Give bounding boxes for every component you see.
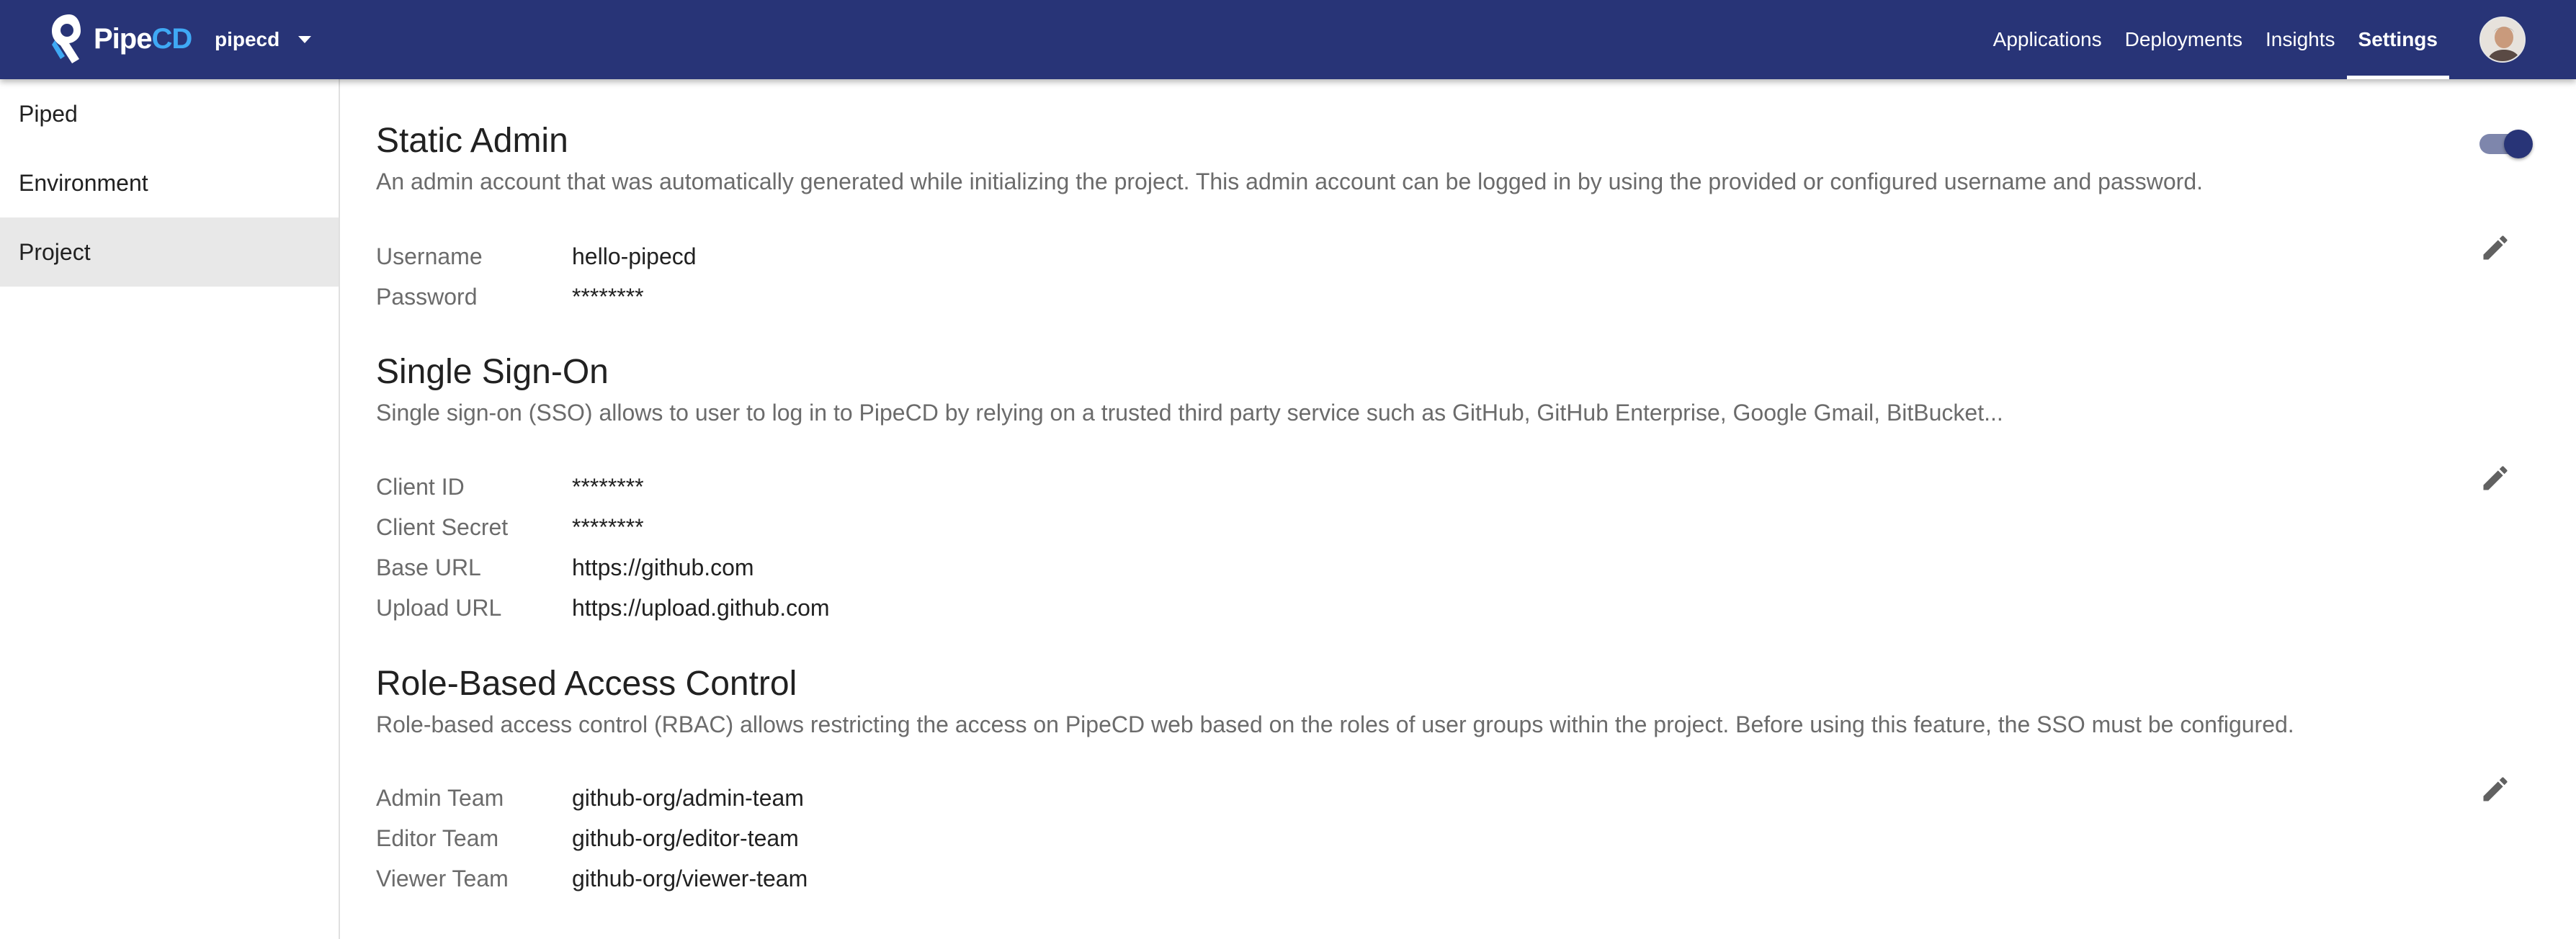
base-url-value: https://github.com [572,554,754,580]
client-secret-label: Client Secret [376,513,509,540]
settings-sidebar: Piped Environment Project [0,79,340,939]
client-secret-value: ******** [572,513,644,540]
field-row: Viewer Team github-org/viewer-team [376,858,808,899]
project-selector[interactable]: pipecd [215,22,312,58]
editor-team-label: Editor Team [376,825,499,851]
field-row: Client ID ******** [376,467,830,507]
app-bar: PipeCD pipecd Applications Deployments I… [0,0,2576,79]
pencil-icon [2483,235,2508,260]
sso-description: Single sign-on (SSO) allows to user to l… [376,400,2003,426]
base-url-label: Base URL [376,554,481,580]
pencil-icon [2483,777,2508,801]
pipecd-logo[interactable]: PipeCD [48,12,192,66]
rbac-fields: Admin Team github-org/admin-team Editor … [376,778,808,899]
field-row: Base URL https://github.com [376,547,830,588]
username-value: hello-pipecd [572,243,697,269]
field-row: Upload URL https://upload.github.com [376,588,830,628]
admin-team-value: github-org/admin-team [572,784,804,811]
field-row: Username hello-pipecd [376,236,697,277]
sidebar-item-piped[interactable]: Piped [0,79,339,148]
sso-edit-button[interactable] [2472,455,2518,501]
upload-url-label: Upload URL [376,594,502,621]
sso-title: Single Sign-On [376,353,609,391]
sidebar-item-environment[interactable]: Environment [0,148,339,217]
pipecd-logo-icon [52,14,81,63]
logo-text-cd: CD [151,22,192,55]
pencil-icon [2483,466,2508,490]
password-value: ******** [572,283,644,310]
client-id-value: ******** [572,473,644,500]
rbac-title: Role-Based Access Control [376,665,797,703]
logo-text: PipeCD [94,23,192,55]
viewer-team-label: Viewer Team [376,865,509,891]
field-row: Client Secret ******** [376,507,830,547]
editor-team-value: github-org/editor-team [572,825,799,851]
static-admin-edit-button[interactable] [2472,225,2518,271]
static-admin-description: An admin account that was automatically … [376,169,2204,194]
nav-settings[interactable]: Settings [2346,0,2450,79]
project-settings-content: Static Admin An admin account that was a… [341,79,2576,939]
static-admin-fields: Username hello-pipecd Password ******** [376,236,697,317]
rbac-edit-button[interactable] [2472,766,2518,812]
nav-deployments[interactable]: Deployments [2114,0,2254,79]
field-row: Admin Team github-org/admin-team [376,778,808,818]
sso-fields: Client ID ******** Client Secret *******… [376,467,830,628]
username-label: Username [376,243,483,269]
static-admin-title: Static Admin [376,122,568,160]
avatar-icon [2481,18,2524,61]
password-label: Password [376,283,478,310]
sidebar-item-project[interactable]: Project [0,217,339,287]
client-id-label: Client ID [376,473,465,500]
project-name: pipecd [215,28,280,50]
viewer-team-value: github-org/viewer-team [572,865,808,891]
nav-insights[interactable]: Insights [2254,0,2347,79]
user-avatar[interactable] [2479,17,2526,63]
logo-text-pipe: Pipe [94,22,152,55]
admin-team-label: Admin Team [376,784,504,811]
field-row: Password ******** [376,277,697,317]
toggle-thumb [2504,130,2533,158]
nav-applications[interactable]: Applications [1982,0,2114,79]
static-admin-toggle[interactable] [2475,127,2533,160]
field-row: Editor Team github-org/editor-team [376,818,808,858]
rbac-description: Role-based access control (RBAC) allows … [376,711,2294,737]
upload-url-value: https://upload.github.com [572,594,830,621]
arrow-drop-down-icon [298,36,312,43]
top-nav: Applications Deployments Insights Settin… [1982,0,2450,79]
